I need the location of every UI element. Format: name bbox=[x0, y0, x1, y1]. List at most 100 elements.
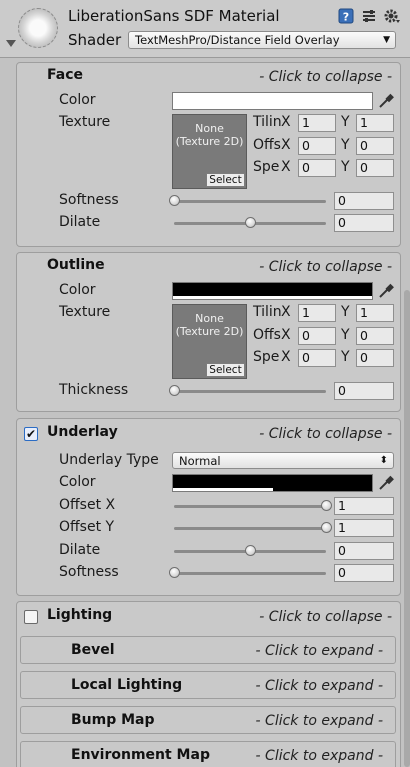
material-name: LiberationSans SDF Material bbox=[68, 7, 280, 25]
outline-tiling-y-field[interactable]: 1 bbox=[356, 304, 394, 322]
outline-offset-x-field[interactable]: 0 bbox=[298, 327, 336, 345]
bump-map-section[interactable]: Bump Map - Click to expand - bbox=[20, 706, 396, 734]
outline-texture-label: Texture bbox=[59, 304, 111, 320]
bump-map-expand-toggle[interactable]: - Click to expand - bbox=[256, 713, 383, 729]
face-collapse-toggle[interactable]: - Click to collapse - bbox=[259, 69, 392, 85]
underlay-dilate-field[interactable]: 0 bbox=[334, 542, 394, 560]
underlay-offset-x-label: Offset X bbox=[59, 497, 116, 513]
scrollbar[interactable] bbox=[404, 290, 410, 767]
underlay-offset-y-slider[interactable] bbox=[174, 527, 326, 530]
material-preview-icon[interactable] bbox=[18, 8, 58, 48]
underlay-offset-y-field[interactable]: 1 bbox=[334, 519, 394, 537]
face-tiling-y-label: Y bbox=[341, 114, 350, 130]
face-offset-y-label: Y bbox=[341, 137, 350, 153]
environment-map-expand-toggle[interactable]: - Click to expand - bbox=[256, 748, 383, 764]
outline-panel: Outline - Click to collapse - Color Text… bbox=[16, 252, 401, 412]
shader-label: Shader bbox=[68, 31, 122, 49]
face-tiling-x-label: X bbox=[281, 114, 291, 130]
gear-icon[interactable] bbox=[384, 8, 400, 24]
face-panel: Face - Click to collapse - Color Texture… bbox=[16, 62, 401, 247]
outline-tiling-x-field[interactable]: 1 bbox=[298, 304, 336, 322]
face-softness-field[interactable]: 0 bbox=[334, 192, 394, 210]
outline-speed-x-field[interactable]: 0 bbox=[298, 349, 336, 367]
underlay-type-dropdown[interactable]: Normal ⬍ bbox=[172, 452, 394, 469]
face-offset-x-field[interactable]: 0 bbox=[298, 137, 336, 155]
face-speed-y-field[interactable]: 0 bbox=[356, 159, 394, 177]
underlay-softness-field[interactable]: 0 bbox=[334, 564, 394, 582]
outline-title[interactable]: Outline bbox=[47, 257, 105, 273]
foldout-arrow-icon[interactable] bbox=[6, 40, 16, 48]
environment-map-title: Environment Map bbox=[71, 747, 210, 763]
outline-speed-y-label: Y bbox=[341, 349, 350, 365]
face-speed-x-field[interactable]: 0 bbox=[298, 159, 336, 177]
local-lighting-section[interactable]: Local Lighting - Click to expand - bbox=[20, 671, 396, 699]
underlay-softness-slider-handle[interactable] bbox=[169, 567, 180, 578]
texture-none-text: None bbox=[195, 122, 224, 135]
outline-speed-y-field[interactable]: 0 bbox=[356, 349, 394, 367]
eyedropper-icon[interactable] bbox=[377, 92, 395, 110]
face-softness-slider-handle[interactable] bbox=[169, 195, 180, 206]
face-title[interactable]: Face bbox=[47, 67, 83, 83]
face-dilate-slider-handle[interactable] bbox=[245, 217, 256, 228]
face-offset-label: Offs bbox=[253, 137, 281, 153]
outline-offset-y-label: Y bbox=[341, 327, 350, 343]
face-offset-y-field[interactable]: 0 bbox=[356, 137, 394, 155]
environment-map-section[interactable]: Environment Map - Click to expand - bbox=[20, 741, 396, 767]
outline-color-field[interactable] bbox=[172, 282, 373, 300]
underlay-offset-x-slider-handle[interactable] bbox=[321, 500, 332, 511]
face-offset-x-label: X bbox=[281, 137, 291, 153]
face-tiling-x-field[interactable]: 1 bbox=[298, 114, 336, 132]
outline-thickness-slider-handle[interactable] bbox=[169, 385, 180, 396]
face-texture-select-button[interactable]: Select bbox=[206, 173, 245, 187]
face-tiling-y-field[interactable]: 1 bbox=[356, 114, 394, 132]
outline-tiling-y-label: Y bbox=[341, 304, 350, 320]
outline-texture-slot[interactable]: None (Texture 2D) Select bbox=[172, 304, 247, 379]
local-lighting-expand-toggle[interactable]: - Click to expand - bbox=[256, 678, 383, 694]
outline-offset-label: Offs bbox=[253, 327, 281, 343]
face-texture-slot[interactable]: None (Texture 2D) Select bbox=[172, 114, 247, 189]
outline-speed-label: Spe bbox=[253, 349, 280, 365]
outline-texture-select-button[interactable]: Select bbox=[206, 363, 245, 377]
svg-text:?: ? bbox=[343, 11, 349, 24]
shader-dropdown[interactable]: TextMeshPro/Distance Field Overlay ▼ bbox=[128, 31, 396, 49]
eyedropper-icon[interactable] bbox=[377, 282, 395, 300]
outline-thickness-field[interactable]: 0 bbox=[334, 382, 394, 400]
lighting-enable-checkbox[interactable] bbox=[24, 610, 38, 624]
outline-collapse-toggle[interactable]: - Click to collapse - bbox=[259, 259, 392, 275]
face-softness-slider[interactable] bbox=[174, 200, 326, 203]
underlay-dilate-slider-handle[interactable] bbox=[245, 545, 256, 556]
underlay-offset-x-field[interactable]: 1 bbox=[334, 497, 394, 515]
outline-color-label: Color bbox=[59, 282, 96, 298]
help-icon[interactable]: ? bbox=[338, 8, 354, 24]
underlay-offset-x-slider[interactable] bbox=[174, 505, 326, 508]
underlay-collapse-toggle[interactable]: - Click to collapse - bbox=[259, 426, 392, 442]
underlay-offset-y-slider-handle[interactable] bbox=[321, 522, 332, 533]
underlay-title[interactable]: Underlay bbox=[47, 424, 118, 440]
updown-arrow-icon: ⬍ bbox=[379, 455, 388, 466]
bevel-section[interactable]: Bevel - Click to expand - bbox=[20, 636, 396, 664]
underlay-softness-slider[interactable] bbox=[174, 572, 326, 575]
outline-speed-x-label: X bbox=[281, 349, 291, 365]
lighting-title[interactable]: Lighting bbox=[47, 607, 112, 623]
face-color-label: Color bbox=[59, 92, 96, 108]
outline-offset-y-field[interactable]: 0 bbox=[356, 327, 394, 345]
texture-type-text: (Texture 2D) bbox=[175, 135, 244, 148]
local-lighting-title: Local Lighting bbox=[71, 677, 183, 693]
underlay-panel: ✔ Underlay - Click to collapse - Underla… bbox=[16, 418, 401, 596]
eyedropper-icon[interactable] bbox=[377, 474, 395, 492]
face-dilate-label: Dilate bbox=[59, 214, 101, 230]
outline-thickness-slider[interactable] bbox=[174, 390, 326, 393]
face-softness-label: Softness bbox=[59, 192, 119, 208]
texture-none-text: None bbox=[195, 312, 224, 325]
chevron-down-icon: ▼ bbox=[383, 35, 390, 45]
lighting-collapse-toggle[interactable]: - Click to collapse - bbox=[259, 609, 392, 625]
face-dilate-field[interactable]: 0 bbox=[334, 214, 394, 232]
presets-icon[interactable] bbox=[361, 8, 377, 24]
material-header: LiberationSans SDF Material Shader TextM… bbox=[0, 0, 410, 58]
shader-dropdown-value: TextMeshPro/Distance Field Overlay bbox=[135, 33, 340, 47]
bevel-expand-toggle[interactable]: - Click to expand - bbox=[256, 643, 383, 659]
texture-type-text: (Texture 2D) bbox=[175, 325, 244, 338]
underlay-enable-checkbox[interactable]: ✔ bbox=[24, 427, 38, 441]
face-color-field[interactable] bbox=[172, 92, 373, 110]
underlay-color-field[interactable] bbox=[172, 474, 373, 492]
